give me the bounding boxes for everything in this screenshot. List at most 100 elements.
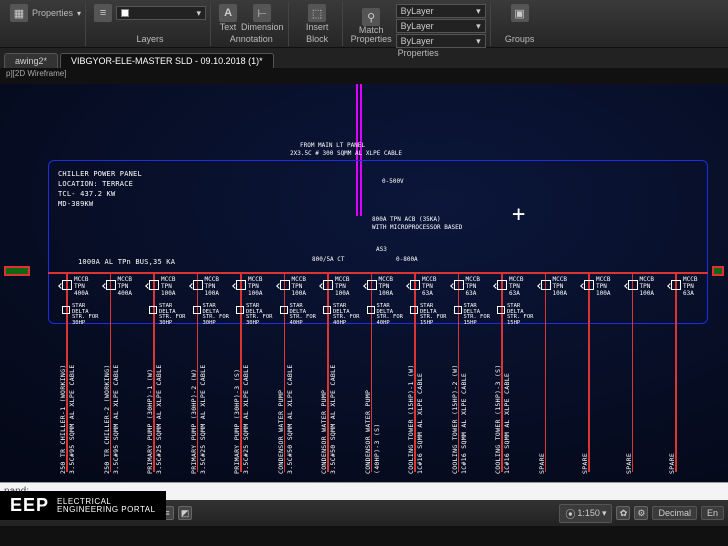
cable-label: 3.5C#50 SQMM AL XLPE CABLE <box>329 344 337 474</box>
cable-label: 3.5C#25 SQMM AL XLPE CABLE <box>155 344 163 474</box>
breaker-rating: 400A <box>118 290 132 297</box>
mccb-symbol <box>584 280 594 290</box>
breaker-neutral: TPN <box>509 283 520 290</box>
feeder-label: SPARE <box>668 344 676 474</box>
feeder-label: SPARE <box>625 344 633 474</box>
breaker-rating: 63A <box>509 290 520 297</box>
breaker-type: MCCB <box>422 276 436 283</box>
breaker-rating: 100A <box>379 290 393 297</box>
starter-label: STAR DELTA STR. FOR 30HP <box>246 304 274 326</box>
properties-icon[interactable]: ▦ <box>10 4 28 22</box>
breaker-type: MCCB <box>466 276 480 283</box>
color-combo[interactable]: ByLayer▾ <box>396 4 486 18</box>
breaker-rating: 100A <box>205 290 219 297</box>
breaker-type: MCCB <box>292 276 306 283</box>
mccb-symbol <box>323 280 333 290</box>
starter-label: STAR DELTA STR. FOR 15HP <box>464 304 492 326</box>
viewport-mode-label[interactable]: p][2D Wireframe] <box>6 69 66 78</box>
dimension-label[interactable]: Dimension <box>241 22 284 32</box>
feeder-label: PRIMARY PUMP (30HP)-3 (S) <box>233 344 241 474</box>
mccb-symbol <box>280 280 290 290</box>
ribbon-panel-groups: ▣ Groups <box>495 2 545 46</box>
breaker-rating: 63A <box>683 290 694 297</box>
starter-symbol <box>323 306 331 314</box>
tab-drawing2[interactable]: awing2* <box>4 53 58 68</box>
breaker-type: MCCB <box>205 276 219 283</box>
mccb-symbol <box>62 280 72 290</box>
layers-icon[interactable]: ≡ <box>94 4 112 22</box>
props-panel-label[interactable]: Properties <box>398 48 439 58</box>
mccb-symbol <box>497 280 507 290</box>
annotation-scale-button[interactable]: ⦿ 1:150 ▾ <box>559 504 612 523</box>
starter-label: STAR DELTA STR. FOR 40HP <box>377 304 405 326</box>
workspace-switch-icon[interactable]: ✿ <box>616 506 630 520</box>
breaker-neutral: TPN <box>248 283 259 290</box>
feeder-label: SPARE <box>581 344 589 474</box>
breaker-rating: 100A <box>640 290 654 297</box>
eep-logo: EEP <box>10 495 49 516</box>
starter-label: STAR DELTA STR. FOR 15HP <box>507 304 535 326</box>
lineweight-combo[interactable]: ByLayer▾ <box>396 34 486 48</box>
starter-label: STAR DELTA STR. FOR 30HP <box>159 304 187 326</box>
feeder-label: 250 TR CHILLER-1 (WORKING) <box>59 344 67 474</box>
match-properties-icon[interactable]: ⚲ <box>362 8 380 26</box>
starter-symbol <box>367 306 375 314</box>
ribbon-panel-props2: ⚲ Match Properties ByLayer▾ ByLayer▾ ByL… <box>347 2 491 46</box>
cable-label: 3.5C#50 SQMM AL XLPE CABLE <box>286 344 294 474</box>
chevron-down-icon: ▾ <box>197 8 202 19</box>
language-button[interactable]: En <box>701 506 724 520</box>
linetype-combo[interactable]: ByLayer▾ <box>396 19 486 33</box>
properties-label[interactable]: Properties <box>32 8 73 18</box>
breaker-neutral: TPN <box>205 283 216 290</box>
layer-combo[interactable]: ▾ <box>116 6 206 20</box>
breaker-type: MCCB <box>596 276 610 283</box>
breaker-rating: 100A <box>248 290 262 297</box>
layers-panel-label[interactable]: Layers <box>137 34 164 44</box>
feeder-label: COOLING TOWER (15HP)-2 (W) <box>451 344 459 474</box>
match-props-label: Properties <box>351 35 392 44</box>
breaker-neutral: TPN <box>553 283 564 290</box>
groups-panel-label[interactable]: Groups <box>505 34 535 44</box>
mccb-symbol <box>236 280 246 290</box>
starter-label: STAR DELTA STR. FOR 30HP <box>203 304 231 326</box>
feeder-label: SPARE <box>538 344 546 474</box>
feeder-label: PRIMARY PUMP (30HP)-2 (W) <box>190 344 198 474</box>
feeder-label: CONDENSOR WATER PUMP <box>364 344 372 474</box>
text-icon[interactable]: A <box>219 4 237 22</box>
insert-icon[interactable]: ⬚ <box>308 4 326 22</box>
units-button[interactable]: Decimal <box>652 506 697 520</box>
breaker-neutral: TPN <box>161 283 172 290</box>
breaker-rating: 63A <box>466 290 477 297</box>
cable-label: 3.5C#25 SQMM AL XLPE CABLE <box>242 344 250 474</box>
starter-symbol <box>193 306 201 314</box>
mccb-symbol <box>671 280 681 290</box>
gear-icon[interactable]: ⚙ <box>634 506 648 520</box>
insert-label[interactable]: Insert <box>306 22 329 32</box>
starter-symbol <box>149 306 157 314</box>
breaker-rating: 100A <box>335 290 349 297</box>
cable-label: 3.5C#95 SQMM AL XLPE CABLE <box>68 344 76 474</box>
starter-symbol <box>454 306 462 314</box>
breaker-neutral: TPN <box>379 283 390 290</box>
feeder-label: COOLING TOWER (15HP)-1 (W) <box>407 344 415 474</box>
breaker-type: MCCB <box>683 276 697 283</box>
groups-icon[interactable]: ▣ <box>511 4 529 22</box>
ribbon-panel-block: ⬚ Insert Block <box>293 2 343 46</box>
cable-label: 1C#16 SQMM AL XLPE CABLE <box>503 344 511 474</box>
breaker-type: MCCB <box>553 276 567 283</box>
watermark-line2: ENGINEERING PORTAL <box>57 506 156 514</box>
breaker-rating: 100A <box>292 290 306 297</box>
text-label[interactable]: Text <box>220 22 237 32</box>
drawing-canvas[interactable]: CHILLER POWER PANEL LOCATION: TERRACE TC… <box>0 84 728 482</box>
tab-vibgyor-sld[interactable]: VIBGYOR-ELE-MASTER SLD - 09.10.2018 (1)* <box>60 53 274 68</box>
cable-label: 3.5C#25 SQMM AL XLPE CABLE <box>199 344 207 474</box>
chevron-down-icon[interactable]: ▾ <box>77 9 81 18</box>
breaker-rating: 100A <box>553 290 567 297</box>
block-panel-label[interactable]: Block <box>306 34 328 44</box>
breaker-rating: 100A <box>596 290 610 297</box>
dimension-icon[interactable]: ⊢ <box>253 4 271 22</box>
transparency-toggle-icon[interactable]: ◩ <box>178 506 192 520</box>
annotation-panel-label[interactable]: Annotation <box>230 34 273 44</box>
mccb-symbol <box>628 280 638 290</box>
starter-symbol <box>497 306 505 314</box>
